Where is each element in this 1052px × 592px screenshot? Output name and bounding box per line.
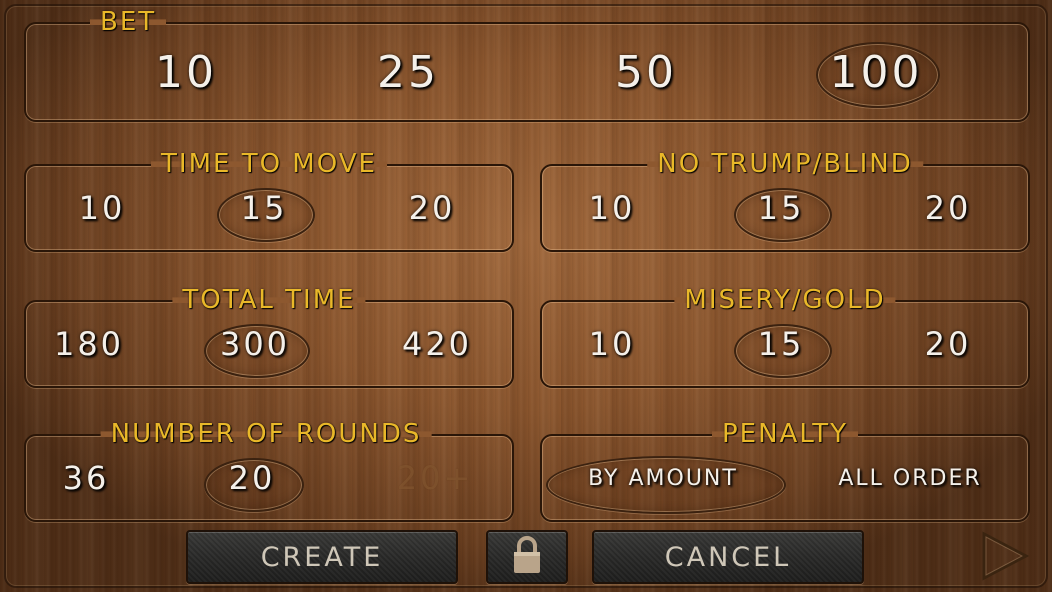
- bet-option-25[interactable]: 25: [348, 24, 468, 120]
- lock-icon: [510, 535, 544, 579]
- bet-panel: BET 10 25 50 100: [24, 8, 1030, 122]
- number-of-rounds-panel: NUMBER OF ROUNDS 36 20 20+: [24, 420, 514, 522]
- no-trump-blind-option-15[interactable]: 15: [741, 166, 821, 250]
- bet-option-10[interactable]: 10: [126, 24, 246, 120]
- time-to-move-option-15[interactable]: 15: [224, 166, 304, 250]
- time-to-move-option-20[interactable]: 20: [392, 166, 472, 250]
- number-of-rounds-option-20[interactable]: 20: [212, 436, 292, 520]
- create-button[interactable]: CREATE: [186, 530, 458, 584]
- cancel-button[interactable]: CANCEL: [592, 530, 864, 584]
- bet-option-50[interactable]: 50: [586, 24, 706, 120]
- total-time-panel: TOTAL TIME 180 300 420: [24, 286, 514, 388]
- bet-option-100[interactable]: 100: [808, 24, 944, 120]
- no-trump-blind-option-10[interactable]: 10: [572, 166, 652, 250]
- total-time-option-180[interactable]: 180: [40, 302, 138, 386]
- penalty-panel: PENALTY BY AMOUNT ALL ORDER: [540, 420, 1030, 522]
- misery-gold-option-15[interactable]: 15: [741, 302, 821, 386]
- no-trump-blind-panel: NO TRUMP/BLIND 10 15 20: [540, 150, 1030, 252]
- number-of-rounds-option-36[interactable]: 36: [46, 436, 126, 520]
- lock-button[interactable]: [486, 530, 568, 584]
- number-of-rounds-option-20-plus: 20+: [396, 459, 474, 497]
- penalty-option-all-order[interactable]: ALL ORDER: [812, 436, 1008, 520]
- misery-gold-panel: MISERY/GOLD 10 15 20: [540, 286, 1030, 388]
- total-time-option-420[interactable]: 420: [388, 302, 486, 386]
- play-arrow-icon: [978, 531, 1032, 588]
- total-time-option-300[interactable]: 300: [206, 302, 304, 386]
- next-button[interactable]: [978, 528, 1032, 584]
- no-trump-blind-option-20[interactable]: 20: [908, 166, 988, 250]
- misery-gold-option-10[interactable]: 10: [572, 302, 652, 386]
- penalty-option-by-amount[interactable]: BY AMOUNT: [556, 436, 770, 520]
- time-to-move-panel: TIME TO MOVE 10 15 20: [24, 150, 514, 252]
- misery-gold-option-20[interactable]: 20: [908, 302, 988, 386]
- time-to-move-option-10[interactable]: 10: [62, 166, 142, 250]
